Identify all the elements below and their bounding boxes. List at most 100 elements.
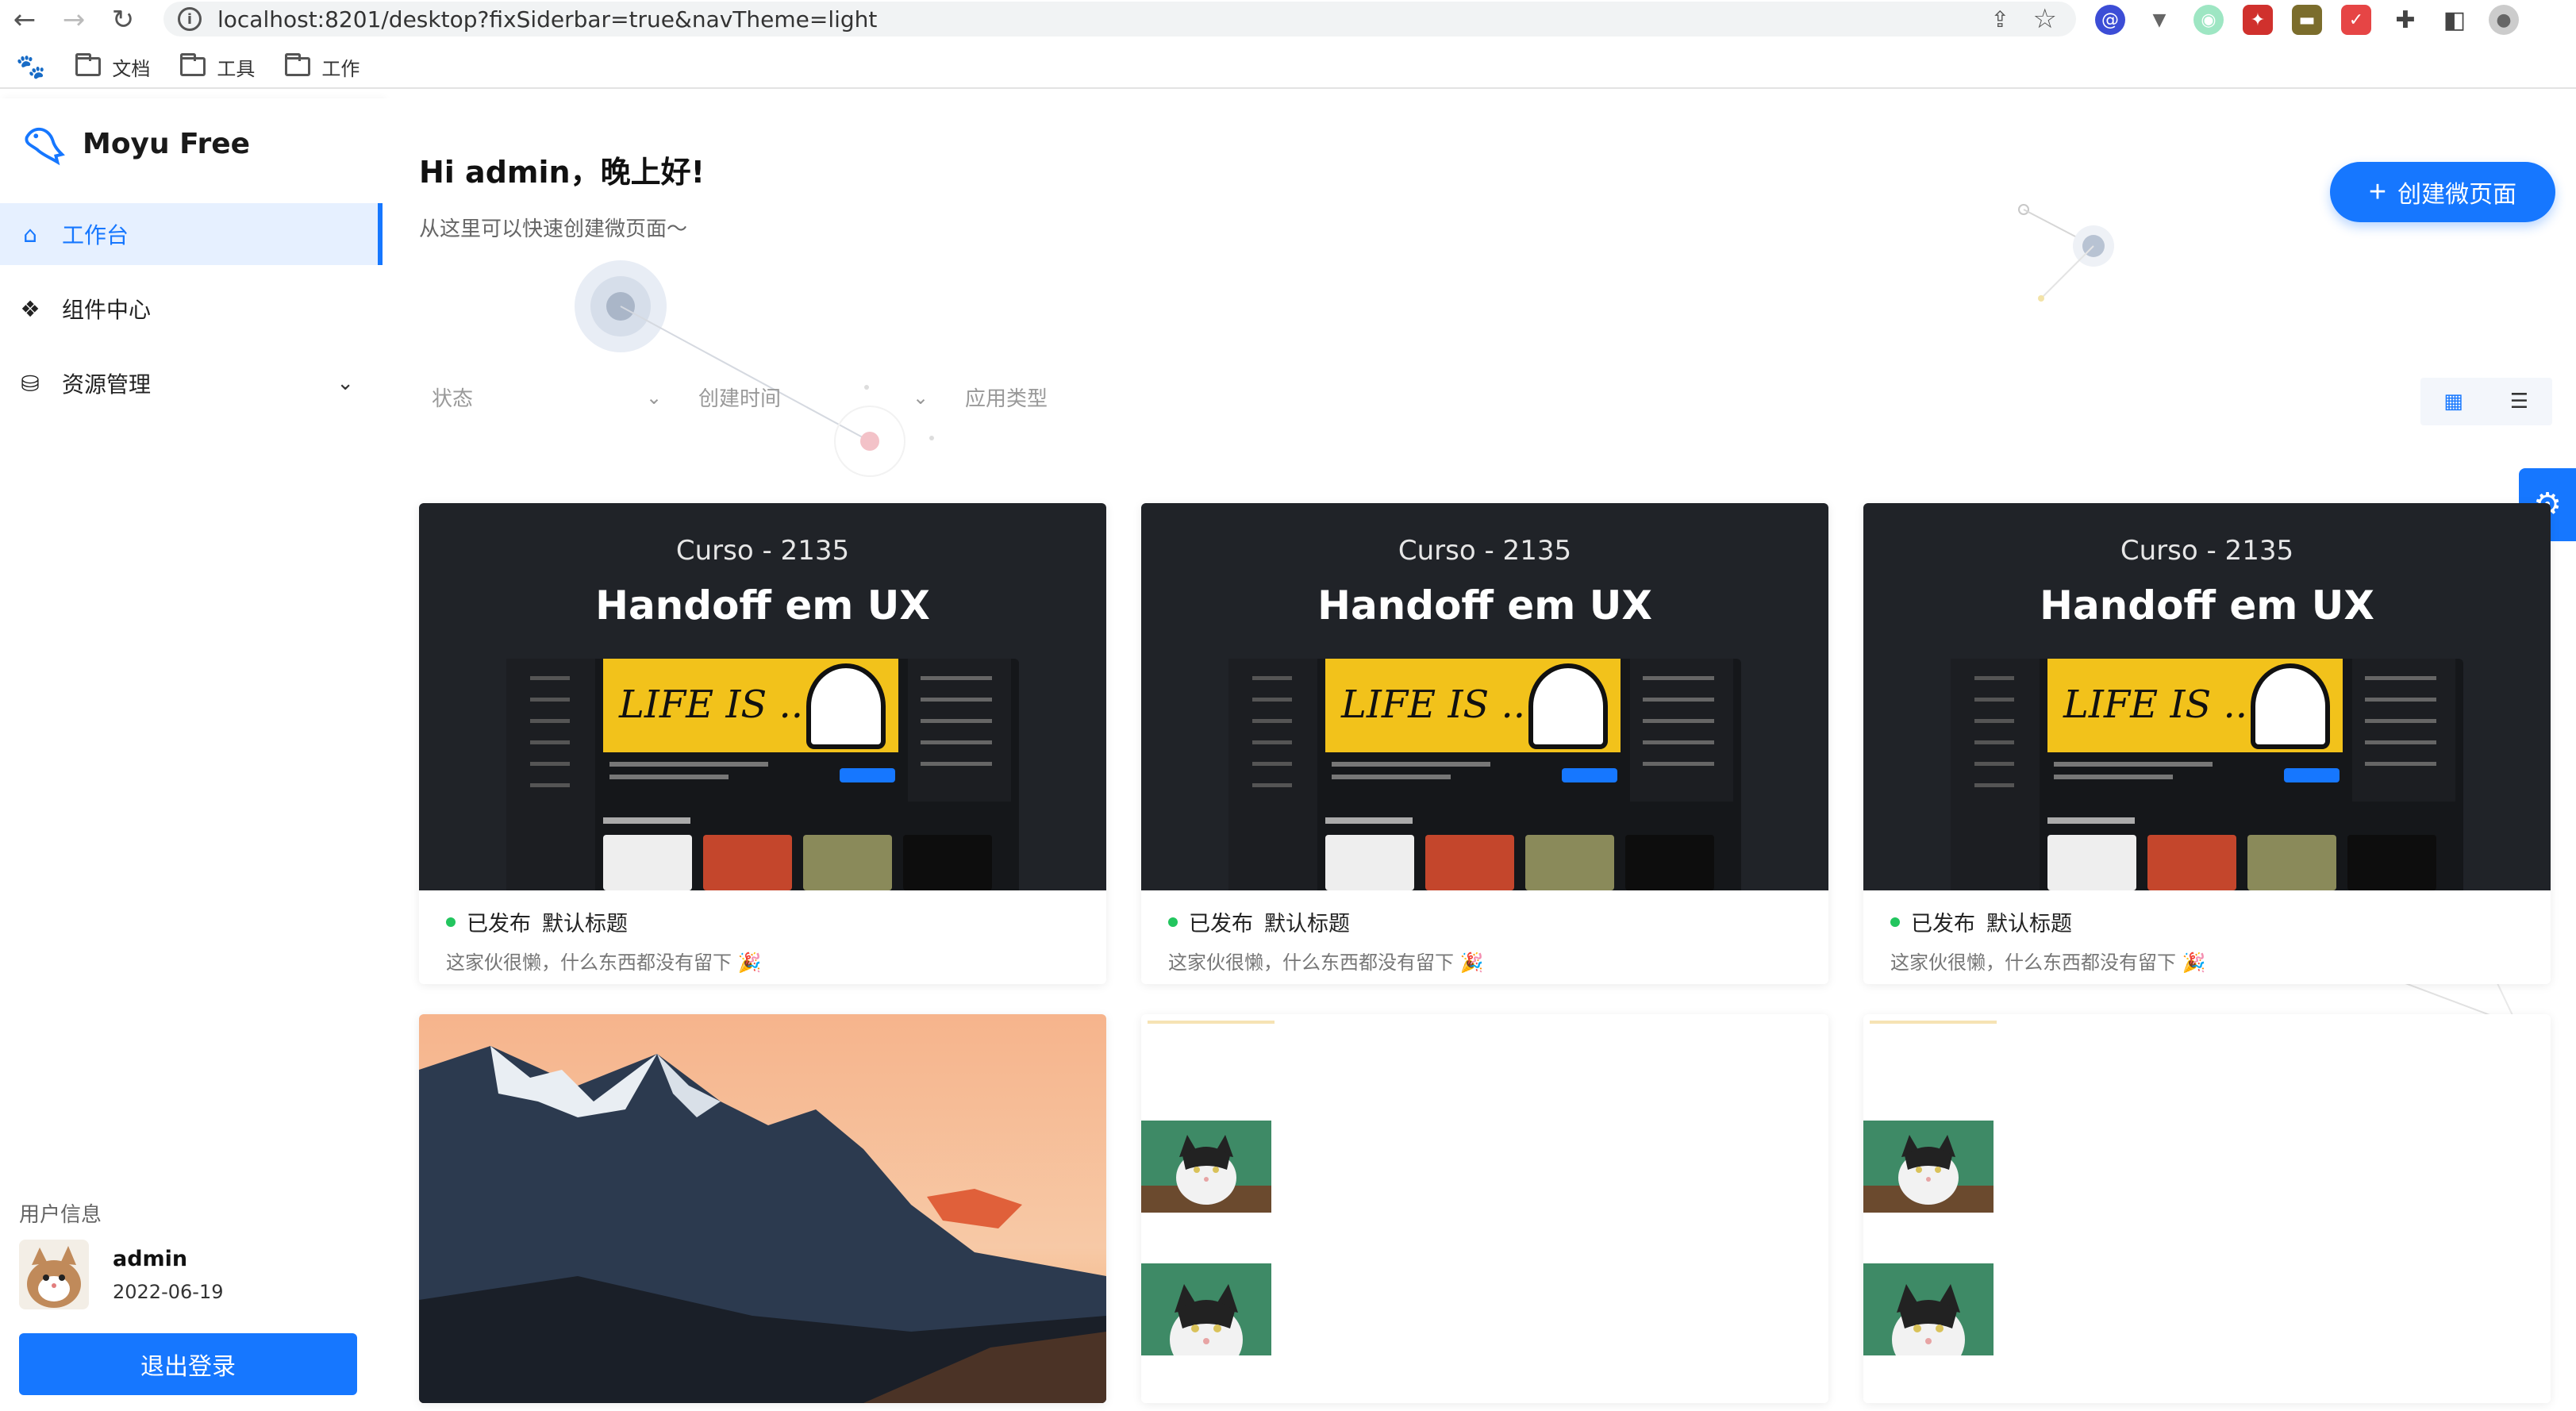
create-page-label: 创建微页面 bbox=[2397, 182, 2517, 208]
grid-view-icon[interactable]: ▦ bbox=[2443, 390, 2465, 413]
side-panel-icon[interactable]: ◧ bbox=[2440, 5, 2470, 35]
sidebar-item-workbench[interactable]: ⌂ 工作台 bbox=[0, 203, 383, 265]
card-thumbnail: Curso - 2135 Handoff em UX LIFE IS ... bbox=[1863, 503, 2551, 890]
extensions-row: @ ▼ ◉ ✦ ▬ ✓ ✚ ◧ ● bbox=[2095, 5, 2519, 35]
page-card[interactable]: Curso - 2135 Handoff em UX LIFE IS ... 已… bbox=[419, 503, 1106, 984]
thumbnail-course: Curso - 2135 bbox=[675, 535, 850, 567]
card-thumbnail: Curso - 2135 Handoff em UX LIFE IS ... bbox=[419, 503, 1106, 890]
app-type-filter[interactable]: 应用类型 bbox=[965, 383, 1048, 412]
bookmark-label: 文档 bbox=[112, 57, 151, 80]
page-card[interactable]: Curso - 2135 Handoff em UX LIFE IS ... 已… bbox=[1141, 503, 1828, 984]
user-info-title: 用户信息 bbox=[19, 1203, 102, 1227]
thumbnail-title: Handoff em UX bbox=[2040, 582, 2374, 629]
page-card[interactable]: Curso - 2135 Handoff em UX LIFE IS ... 已… bbox=[1863, 503, 2551, 984]
card-thumbnail: Curso - 2135 Handoff em UX LIFE IS ... bbox=[1141, 503, 1828, 890]
chevron-down-icon: ⌄ bbox=[336, 371, 354, 395]
list-view-icon[interactable]: ☰ bbox=[2509, 390, 2531, 413]
status-filter[interactable]: 状态 ⌄ bbox=[432, 383, 662, 412]
bookmark-label: 工具 bbox=[217, 57, 256, 80]
card-thumbnail bbox=[1863, 1014, 2551, 1403]
brand-name: Moyu Free bbox=[83, 127, 251, 160]
cat-photo bbox=[1141, 1263, 1271, 1355]
thumbnail-banner-text: LIFE IS ... bbox=[1341, 682, 1538, 727]
page-card[interactable] bbox=[419, 1014, 1106, 1403]
user-date: 2022-06-19 bbox=[113, 1280, 224, 1303]
folder-icon bbox=[285, 53, 311, 76]
card-title: 默认标题 bbox=[542, 912, 628, 936]
greeting-title: Hi admin，晚上好! bbox=[419, 155, 705, 190]
address-bar[interactable]: i localhost:8201/desktop?fixSiderbar=tru… bbox=[163, 2, 2076, 37]
extension-icon[interactable]: ✓ bbox=[2341, 5, 2371, 35]
plus-icon: + bbox=[2368, 175, 2387, 209]
thumbnail-course: Curso - 2135 bbox=[2120, 535, 2294, 567]
thumbnail-title: Handoff em UX bbox=[595, 582, 930, 629]
sidebar-item-label: 工作台 bbox=[62, 222, 129, 248]
card-info: 已发布 默认标题 这家伙很懒，什么东西都没有留下 🎉 bbox=[419, 890, 1106, 984]
extension-icon[interactable]: ▬ bbox=[2292, 5, 2322, 35]
cat-photo bbox=[1863, 1121, 1994, 1213]
card-title: 默认标题 bbox=[1986, 912, 2072, 936]
status-badge: 已发布 bbox=[467, 912, 531, 936]
extension-icon[interactable]: ✦ bbox=[2243, 5, 2273, 35]
avatar bbox=[19, 1240, 89, 1309]
chevron-down-icon: ⌄ bbox=[913, 386, 929, 409]
reload-icon[interactable]: ↻ bbox=[98, 0, 148, 40]
main-content: Hi admin，晚上好! 从这里可以快速创建微页面～ + 创建微页面 状态 ⌄… bbox=[383, 98, 2576, 1411]
greeting-subtitle: 从这里可以快速创建微页面～ bbox=[419, 217, 688, 241]
card-info: 已发布 默认标题 这家伙很懒，什么东西都没有留下 🎉 bbox=[1863, 890, 2551, 984]
card-info: 已发布 默认标题 这家伙很懒，什么东西都没有留下 🎉 bbox=[1141, 890, 1828, 984]
extension-icon[interactable]: ◉ bbox=[2193, 5, 2224, 35]
user-name: admin bbox=[113, 1246, 188, 1271]
thumbnail-app-preview: LIFE IS ... bbox=[506, 659, 1019, 890]
puzzle-icon[interactable]: ✚ bbox=[2390, 5, 2420, 35]
published-dot-icon bbox=[446, 917, 456, 927]
published-dot-icon bbox=[1168, 917, 1178, 927]
sidebar-item-components[interactable]: ❖ 组件中心 bbox=[0, 278, 383, 340]
card-title: 默认标题 bbox=[1264, 912, 1350, 936]
thumbnail-title: Handoff em UX bbox=[1317, 582, 1652, 629]
card-description: 这家伙很懒，什么东西都没有留下 🎉 bbox=[446, 952, 762, 974]
status-badge: 已发布 bbox=[1189, 912, 1253, 936]
bookmark-star-icon[interactable]: ☆ bbox=[2033, 3, 2057, 35]
forward-arrow-icon[interactable]: → bbox=[49, 0, 98, 40]
user-card: admin 2022-06-19 bbox=[19, 1240, 223, 1309]
sidebar: Moyu Free ⌂ 工作台 ❖ 组件中心 ⛁ 资源管理 ⌄ 用户信息 adm… bbox=[0, 98, 383, 1411]
folder-icon bbox=[75, 53, 102, 76]
database-icon: ⛁ bbox=[21, 370, 40, 397]
published-dot-icon bbox=[1890, 917, 1900, 927]
bookmark-folder[interactable]: 工具 bbox=[180, 53, 255, 81]
card-description: 这家伙很懒，什么东西都没有留下 🎉 bbox=[1168, 952, 1484, 974]
page-card[interactable] bbox=[1863, 1014, 2551, 1403]
thumbnail-course: Curso - 2135 bbox=[1398, 535, 1572, 567]
home-icon: ⌂ bbox=[23, 221, 37, 248]
sidebar-menu: ⌂ 工作台 ❖ 组件中心 ⛁ 资源管理 ⌄ bbox=[0, 203, 383, 427]
created-time-filter[interactable]: 创建时间 ⌄ bbox=[698, 383, 929, 412]
extension-icon[interactable]: @ bbox=[2095, 5, 2125, 35]
filter-label: 状态 bbox=[432, 387, 474, 411]
thumbnail-app-preview: LIFE IS ... bbox=[1228, 659, 1741, 890]
back-arrow-icon[interactable]: ← bbox=[0, 0, 49, 40]
fish-logo-icon bbox=[25, 127, 65, 166]
logout-button[interactable]: 退出登录 bbox=[19, 1333, 357, 1395]
share-icon[interactable]: ⇪ bbox=[1991, 6, 2009, 33]
bookmark-folder[interactable]: 工作 bbox=[285, 53, 359, 81]
sidebar-item-label: 资源管理 bbox=[62, 371, 152, 398]
cat-photo bbox=[1863, 1263, 1994, 1355]
profile-icon[interactable]: ● bbox=[2489, 5, 2519, 35]
thumbnail-banner-text: LIFE IS ... bbox=[619, 682, 816, 727]
folder-icon bbox=[180, 53, 206, 76]
bookmark-folder[interactable]: 文档 bbox=[75, 53, 150, 81]
create-page-button[interactable]: + 创建微页面 bbox=[2330, 162, 2555, 222]
cat-photo bbox=[1141, 1121, 1271, 1213]
status-badge: 已发布 bbox=[1911, 912, 1975, 936]
brand[interactable]: Moyu Free bbox=[19, 121, 250, 167]
apps-icon: ❖ bbox=[20, 295, 40, 322]
bookmarks-bar: 🐾 文档 工具 工作 bbox=[0, 46, 2576, 89]
site-info-icon[interactable]: i bbox=[178, 7, 202, 31]
page-card[interactable] bbox=[1141, 1014, 1828, 1403]
card-description: 这家伙很懒，什么东西都没有留下 🎉 bbox=[1890, 952, 2206, 974]
vue-devtools-icon[interactable]: ▼ bbox=[2144, 5, 2174, 35]
baidu-paw-icon[interactable]: 🐾 bbox=[16, 53, 45, 81]
filter-label: 创建时间 bbox=[698, 387, 782, 411]
sidebar-item-resources[interactable]: ⛁ 资源管理 ⌄ bbox=[0, 352, 383, 414]
